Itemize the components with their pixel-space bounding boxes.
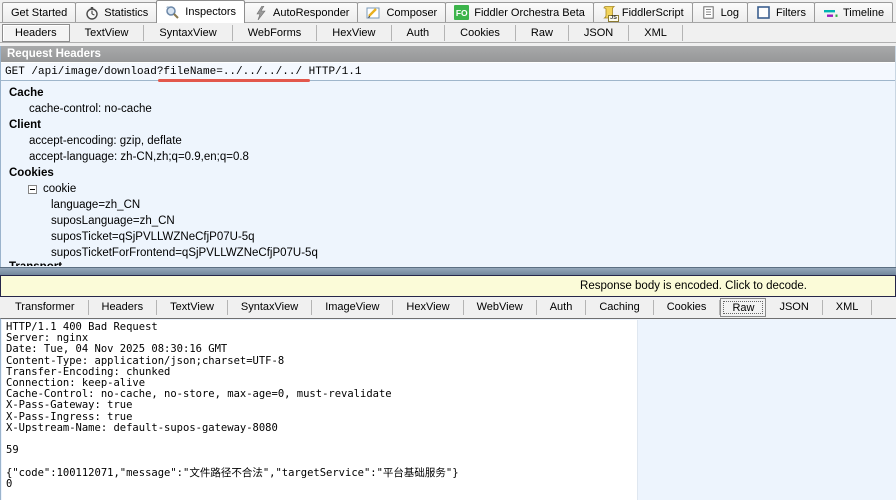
tab-label: Statistics (104, 7, 148, 19)
js-badge: JS (608, 15, 619, 22)
tab-fiddler-orchestra-beta[interactable]: FO Fiddler Orchestra Beta (445, 2, 594, 22)
req-tab-xml[interactable]: XML (629, 25, 683, 41)
tab-label: Fiddler Orchestra Beta (474, 7, 585, 19)
resp-tab-transformer[interactable]: Transformer (2, 300, 89, 315)
decode-banner[interactable]: Response body is encoded. Click to decod… (0, 275, 896, 297)
request-line-text: GET /api/image/download?fileName=../../.… (5, 66, 361, 78)
resp-tab-textview[interactable]: TextView (157, 300, 228, 315)
cookie-item[interactable]: language=zh_CN (1, 197, 895, 213)
resp-tab-headers[interactable]: Headers (89, 300, 158, 315)
panel-title: Request Headers (1, 46, 895, 62)
tab-get-started[interactable]: Get Started (2, 2, 76, 22)
compose-icon (366, 5, 381, 20)
resp-tab-imageview[interactable]: ImageView (312, 300, 393, 315)
tab-fiddlerscript[interactable]: JS FiddlerScript (593, 2, 693, 22)
request-inspector-tab-bar: Headers TextView SyntaxView WebForms Hex… (0, 23, 896, 43)
req-tab-cookies[interactable]: Cookies (445, 25, 516, 41)
decode-banner-text: Response body is encoded. Click to decod… (580, 280, 807, 292)
fiddler-orchestra-icon: FO (454, 5, 469, 20)
response-raw-textbox[interactable]: HTTP/1.1 400 Bad Request Server: nginx D… (2, 320, 638, 500)
tab-autoresponder[interactable]: AutoResponder (244, 2, 358, 22)
cookie-item[interactable]: suposTicketForFrontend=qSjPVLLWZNeCfjP07… (1, 245, 895, 261)
tab-label: FiddlerScript (622, 7, 684, 19)
resp-tab-hexview[interactable]: HexView (393, 300, 463, 315)
header-item[interactable]: accept-language: zh-CN,zh;q=0.9,en;q=0.8 (1, 149, 895, 165)
cookie-node-label: cookie (43, 183, 76, 195)
req-tab-webforms[interactable]: WebForms (233, 25, 318, 41)
tab-statistics[interactable]: Statistics (75, 2, 157, 22)
cookie-node[interactable]: cookie (1, 181, 895, 197)
header-item[interactable]: accept-encoding: gzip, deflate (1, 133, 895, 149)
tab-label: Filters (776, 7, 806, 19)
req-tab-auth[interactable]: Auth (392, 25, 446, 41)
resp-tab-xml[interactable]: XML (823, 300, 873, 315)
tab-inspectors[interactable]: Inspectors (156, 0, 245, 23)
req-tab-raw[interactable]: Raw (516, 25, 569, 41)
section-cookies[interactable]: Cookies (1, 165, 895, 181)
response-raw-text: HTTP/1.1 400 Bad Request Server: nginx D… (2, 320, 637, 490)
tab-label: AutoResponder (273, 7, 349, 19)
section-client[interactable]: Client (1, 117, 895, 133)
resp-tab-json[interactable]: JSON (766, 300, 822, 315)
collapse-minus-icon[interactable] (28, 185, 37, 194)
fiddler-window: Get Started Statistics Inspectors AutoRe… (0, 0, 896, 499)
request-headers-panel: Request Headers GET /api/image/download?… (0, 46, 896, 267)
section-cache[interactable]: Cache (1, 85, 895, 101)
timeline-icon (823, 5, 838, 20)
cookie-item[interactable]: suposLanguage=zh_CN (1, 213, 895, 229)
headers-tree: Cache cache-control: no-cache Client acc… (1, 81, 895, 266)
tab-log[interactable]: Log (692, 2, 748, 22)
resp-tab-syntaxview[interactable]: SyntaxView (228, 300, 312, 315)
resp-tab-webview[interactable]: WebView (464, 300, 537, 315)
script-icon: JS (602, 5, 617, 20)
panel-splitter[interactable] (0, 267, 896, 275)
tab-label: Composer (386, 7, 437, 19)
resp-tab-caching[interactable]: Caching (586, 300, 653, 315)
tab-label: Log (721, 7, 739, 19)
annotation-underline (158, 79, 310, 82)
clock-icon (84, 5, 99, 20)
response-raw-panel: HTTP/1.1 400 Bad Request Server: nginx D… (0, 318, 896, 500)
req-tab-syntaxview[interactable]: SyntaxView (144, 25, 232, 41)
resp-tab-cookies[interactable]: Cookies (654, 300, 721, 315)
resp-tab-auth[interactable]: Auth (537, 300, 587, 315)
magnifier-icon (165, 5, 180, 20)
header-item[interactable]: cache-control: no-cache (1, 101, 895, 117)
request-line[interactable]: GET /api/image/download?fileName=../../.… (1, 62, 895, 81)
req-tab-headers[interactable]: Headers (2, 24, 70, 42)
response-inspector-tab-bar: Transformer Headers TextView SyntaxView … (0, 297, 896, 318)
tab-label: Get Started (11, 7, 67, 19)
req-tab-textview[interactable]: TextView (70, 25, 145, 41)
tab-filters[interactable]: Filters (747, 2, 815, 22)
lightning-icon (253, 5, 268, 20)
req-tab-json[interactable]: JSON (569, 25, 629, 41)
cookie-item[interactable]: suposTicket=qSjPVLLWZNeCfjP07U-5q (1, 229, 895, 245)
main-tab-bar: Get Started Statistics Inspectors AutoRe… (0, 0, 896, 23)
resp-tab-raw[interactable]: Raw (720, 298, 766, 317)
tab-label: Timeline (843, 7, 884, 19)
tab-timeline[interactable]: Timeline (814, 2, 893, 22)
req-tab-hexview[interactable]: HexView (317, 25, 391, 41)
log-icon (701, 5, 716, 20)
tab-label: Inspectors (185, 6, 236, 18)
filter-checkbox-icon (756, 5, 771, 20)
section-transport-clipped[interactable]: Transport (1, 261, 895, 266)
tab-composer[interactable]: Composer (357, 2, 446, 22)
